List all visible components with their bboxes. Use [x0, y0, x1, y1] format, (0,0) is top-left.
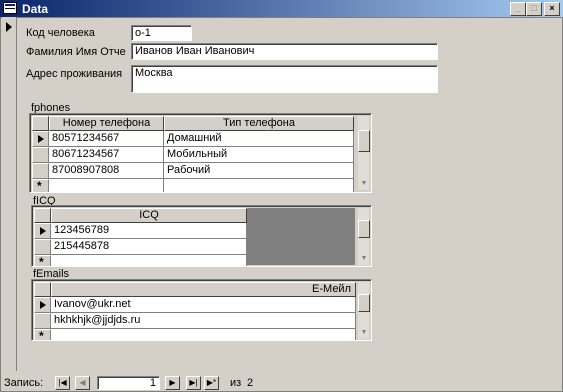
record-selector[interactable] [2, 17, 17, 371]
new-record-icon: * [39, 329, 44, 341]
table-cell-new[interactable] [164, 179, 354, 192]
record-navigation-bar: Запись: |◀ ◀ 1 ▶ ▶| ▶* из 2 [0, 374, 563, 391]
address-field[interactable]: Москва [131, 65, 438, 93]
address-label: Адрес проживания [26, 68, 123, 80]
new-record-button[interactable]: ▶* [204, 376, 219, 390]
current-row-icon [38, 135, 44, 143]
record-total: 2 [247, 377, 254, 389]
icq-corner[interactable] [34, 208, 51, 223]
next-record-button[interactable]: ▶ [165, 376, 180, 390]
phones-col-type[interactable]: Тип телефона [164, 116, 354, 131]
icq-col[interactable]: ICQ [51, 208, 247, 223]
last-record-button[interactable]: ▶| [186, 376, 201, 390]
new-record-icon: * [37, 179, 42, 193]
current-record-field[interactable]: 1 [97, 376, 160, 390]
window-title: Data [22, 2, 49, 16]
emails-row-selector[interactable] [34, 297, 51, 313]
table-cell-new[interactable] [51, 329, 356, 340]
scroll-down-icon[interactable]: ▼ [358, 253, 370, 265]
new-record-icon: * [39, 255, 44, 267]
close-button[interactable]: × [544, 2, 560, 16]
current-record-icon [6, 22, 12, 32]
scrollbar-thumb[interactable] [358, 130, 370, 152]
phones-new-row-selector[interactable]: * [32, 179, 49, 193]
table-cell[interactable]: 80671234567 [49, 147, 164, 163]
table-cell[interactable]: Мобильный [164, 147, 354, 163]
icq-new-row-selector[interactable]: * [34, 255, 51, 267]
first-record-button[interactable]: |◀ [55, 376, 70, 390]
scrollbar-thumb[interactable] [358, 294, 370, 312]
scroll-down-icon[interactable]: ▼ [358, 327, 370, 339]
emails-row-selector[interactable] [34, 313, 51, 329]
phones-corner[interactable] [32, 116, 49, 131]
current-row-icon [40, 301, 46, 309]
table-cell[interactable]: Рабочий [164, 163, 354, 179]
phones-row-selector[interactable] [32, 163, 49, 179]
phones-scrollbar[interactable]: ▼ [357, 116, 370, 190]
table-cell[interactable]: 87008907808 [49, 163, 164, 179]
of-label: из [230, 377, 242, 389]
scrollbar-thumb[interactable] [358, 220, 370, 238]
current-row-icon [40, 227, 46, 235]
icq-grid[interactable]: ICQ 123456789 215445878 * ▼ [31, 205, 372, 267]
phones-grid[interactable]: Номер телефона Тип телефона 80571234567 … [29, 113, 372, 193]
emails-corner[interactable] [34, 282, 51, 297]
minimize-button[interactable]: _ [510, 2, 526, 16]
empty-grid-area [247, 208, 355, 265]
table-cell[interactable]: 215445878 [51, 239, 247, 255]
icq-row-selector[interactable] [34, 223, 51, 239]
record-label: Запись: [4, 377, 44, 389]
icq-scrollbar[interactable]: ▼ [357, 208, 370, 265]
previous-record-button[interactable]: ◀ [75, 376, 90, 390]
table-cell[interactable]: Ivanov@ukr.net [51, 297, 356, 313]
phones-row-selector[interactable] [32, 131, 49, 147]
table-cell-new[interactable] [49, 179, 164, 192]
title-bar[interactable]: Data _ □ × [0, 0, 563, 17]
table-cell[interactable]: hkhkhjk@jjdjds.ru [51, 313, 356, 329]
table-cell[interactable]: 123456789 [51, 223, 247, 239]
table-cell[interactable]: 80571234567 [49, 131, 164, 147]
scroll-down-icon[interactable]: ▼ [358, 178, 370, 190]
table-cell-new[interactable] [51, 255, 247, 266]
maximize-button[interactable]: □ [526, 2, 542, 16]
table-cell[interactable]: Домашний [164, 131, 354, 147]
phones-row-selector[interactable] [32, 147, 49, 163]
emails-new-row-selector[interactable]: * [34, 329, 51, 341]
form-icon[interactable] [3, 2, 17, 14]
phones-col-number[interactable]: Номер телефона [49, 116, 164, 131]
code-field[interactable]: o-1 [131, 25, 192, 41]
code-label: Код человека [26, 27, 95, 39]
emails-grid[interactable]: E-Мейл Ivanov@ukr.net hkhkhjk@jjdjds.ru … [31, 279, 372, 341]
name-field[interactable]: Иванов Иван Иванович [131, 43, 438, 60]
emails-scrollbar[interactable]: ▼ [357, 282, 370, 339]
icq-row-selector[interactable] [34, 239, 51, 255]
emails-col[interactable]: E-Мейл [51, 282, 356, 297]
name-label: Фамилия Имя Отче [26, 46, 126, 58]
